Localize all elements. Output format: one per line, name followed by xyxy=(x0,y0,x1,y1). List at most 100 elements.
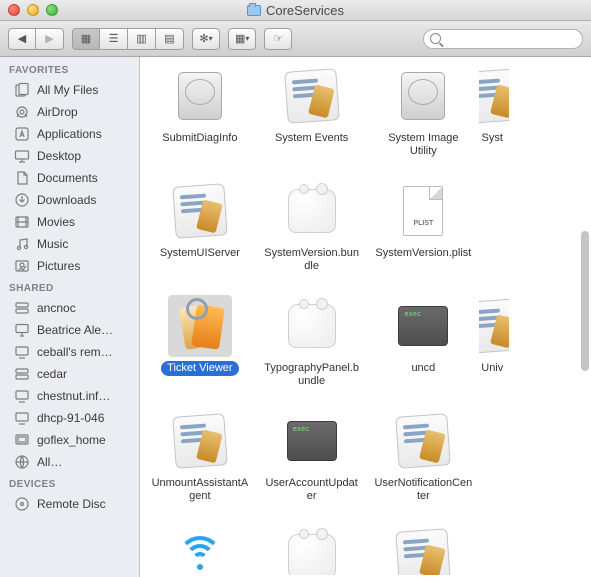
sidebar-item-music[interactable]: Music xyxy=(0,233,139,255)
file-item[interactable]: Ticket Viewer xyxy=(144,291,256,406)
sidebar-item-label: Documents xyxy=(37,171,98,185)
file-item[interactable]: Wi-Fi Diagnostics xyxy=(144,521,256,575)
forward-button[interactable]: ▶ xyxy=(36,28,64,50)
search-input[interactable] xyxy=(445,33,576,45)
minimize-button[interactable] xyxy=(27,4,39,16)
content-area: FAVORITESAll My FilesAirDrop Applications… xyxy=(0,57,591,577)
sidebar-item-label: ceball's rem… xyxy=(37,345,113,359)
file-item[interactable]: SystemUIServer xyxy=(144,176,256,291)
server-icon xyxy=(14,366,30,382)
file-item[interactable]: TypographyPanel.bundle xyxy=(256,291,368,406)
sidebar-item-chestnut-inf-[interactable]: chestnut.inf… xyxy=(0,385,139,407)
file-label: System Events xyxy=(269,131,354,146)
network-icon xyxy=(14,454,30,470)
file-label: SystemUIServer xyxy=(154,246,246,261)
sidebar-item-pictures[interactable]: Pictures xyxy=(0,255,139,277)
file-item[interactable]: SystemVersion.plist xyxy=(368,176,480,291)
file-item[interactable] xyxy=(479,176,509,291)
window-controls xyxy=(0,4,58,16)
sidebar-item-movies[interactable]: Movies xyxy=(0,211,139,233)
sidebar-item-ancnoc[interactable]: ancnoc xyxy=(0,297,139,319)
file-label: uncd xyxy=(405,361,441,376)
toolbar: ◀ ▶ ▦ ☰ ▥ ▤ ✻ ▾ ▦ ▾ ☞ xyxy=(0,21,591,57)
file-label: Syst xyxy=(480,131,509,146)
sidebar-item-goflex-home[interactable]: goflex_home xyxy=(0,429,139,451)
file-label: UnmountAssistantAgent xyxy=(145,476,255,504)
sidebar-item-cedar[interactable]: cedar xyxy=(0,363,139,385)
sidebar-item-label: Beatrice Ale… xyxy=(37,323,113,337)
share-icon: ☞ xyxy=(273,32,283,45)
desktop-icon xyxy=(14,148,30,164)
sidebar-item-label: Music xyxy=(37,237,68,251)
sidebar-section-header: SHARED xyxy=(0,277,139,297)
movies-icon xyxy=(14,214,30,230)
search-field[interactable] xyxy=(423,29,583,49)
sidebar-item-label: Downloads xyxy=(37,193,96,207)
sidebar-item-dhcp-91-046[interactable]: dhcp-91-046 xyxy=(0,407,139,429)
file-item[interactable]: XsanManagerDaemon.bundle xyxy=(256,521,368,575)
sidebar-item-all-[interactable]: All… xyxy=(0,451,139,473)
share-button[interactable]: ☞ xyxy=(264,28,292,50)
sidebar-item-label: Desktop xyxy=(37,149,81,163)
blank-icon xyxy=(479,180,509,242)
sidebar-item-applications[interactable]: Applications xyxy=(0,123,139,145)
sidebar-item-label: chestnut.inf… xyxy=(37,389,110,403)
column-view-button[interactable]: ▥ xyxy=(128,28,156,50)
sidebar-item-beatrice-ale-[interactable]: Beatrice Ale… xyxy=(0,319,139,341)
scrollbar[interactable] xyxy=(579,61,589,573)
sidebar-item-label: Movies xyxy=(37,215,75,229)
file-item[interactable]: uncd xyxy=(368,291,480,406)
app-icon xyxy=(391,525,455,575)
sidebar-item-ceball-s-rem-[interactable]: ceball's rem… xyxy=(0,341,139,363)
file-item[interactable]: ZoomWindow xyxy=(368,521,480,575)
coverflow-view-button[interactable]: ▤ xyxy=(156,28,184,50)
arrange-button[interactable]: ▦ ▾ xyxy=(228,28,256,50)
forward-icon: ▶ xyxy=(45,32,53,45)
file-item[interactable]: UserAccountUpdater xyxy=(256,406,368,521)
sidebar-item-documents[interactable]: Documents xyxy=(0,167,139,189)
coverflow-icon: ▤ xyxy=(164,32,174,45)
sidebar-item-remote-disc[interactable]: Remote Disc xyxy=(0,493,139,515)
file-item[interactable]: SubmitDiagInfo xyxy=(144,61,256,176)
chevron-down-icon: ▾ xyxy=(209,34,213,43)
list-view-button[interactable]: ☰ xyxy=(100,28,128,50)
file-item[interactable]: SystemVersion.bundle xyxy=(256,176,368,291)
file-item[interactable] xyxy=(479,521,509,575)
file-item[interactable]: UserNotificationCenter xyxy=(368,406,480,521)
folder-icon xyxy=(247,5,261,16)
window-title-text: CoreServices xyxy=(266,3,344,18)
close-button[interactable] xyxy=(8,4,20,16)
file-item[interactable]: System Image Utility xyxy=(368,61,480,176)
icon-view-button[interactable]: ▦ xyxy=(72,28,100,50)
exec-icon xyxy=(280,410,344,472)
display-icon xyxy=(14,344,30,360)
zoom-button[interactable] xyxy=(46,4,58,16)
hd-icon xyxy=(391,65,455,127)
server-icon xyxy=(14,300,30,316)
file-label: SystemVersion.plist xyxy=(369,246,477,261)
sidebar-item-airdrop[interactable]: AirDrop xyxy=(0,101,139,123)
sidebar-item-all-my-files[interactable]: All My Files xyxy=(0,79,139,101)
file-item[interactable] xyxy=(479,406,509,521)
action-button[interactable]: ✻ ▾ xyxy=(192,28,220,50)
file-browser[interactable]: SubmitDiagInfo System Events System Image … xyxy=(140,57,591,577)
sidebar-item-label: Remote Disc xyxy=(37,497,106,511)
file-label: TypographyPanel.bundle xyxy=(257,361,367,389)
sidebar-item-desktop[interactable]: Desktop xyxy=(0,145,139,167)
sidebar-item-label: cedar xyxy=(37,367,67,381)
search-icon xyxy=(430,33,441,44)
back-button[interactable]: ◀ xyxy=(8,28,36,50)
sidebar-item-label: Applications xyxy=(37,127,102,141)
window-title: CoreServices xyxy=(0,3,591,18)
scroll-thumb[interactable] xyxy=(581,231,589,371)
file-item[interactable]: UnmountAssistantAgent xyxy=(144,406,256,521)
sidebar-item-label: goflex_home xyxy=(37,433,106,447)
blank-icon xyxy=(479,525,509,575)
file-item[interactable]: System Events xyxy=(256,61,368,176)
file-item[interactable]: Univ xyxy=(479,291,509,406)
sidebar-section-header: FAVORITES xyxy=(0,59,139,79)
file-item[interactable]: Syst xyxy=(479,61,509,176)
view-buttons: ▦ ☰ ▥ ▤ xyxy=(72,28,184,50)
sidebar-item-downloads[interactable]: Downloads xyxy=(0,189,139,211)
wifi-icon xyxy=(168,525,232,575)
